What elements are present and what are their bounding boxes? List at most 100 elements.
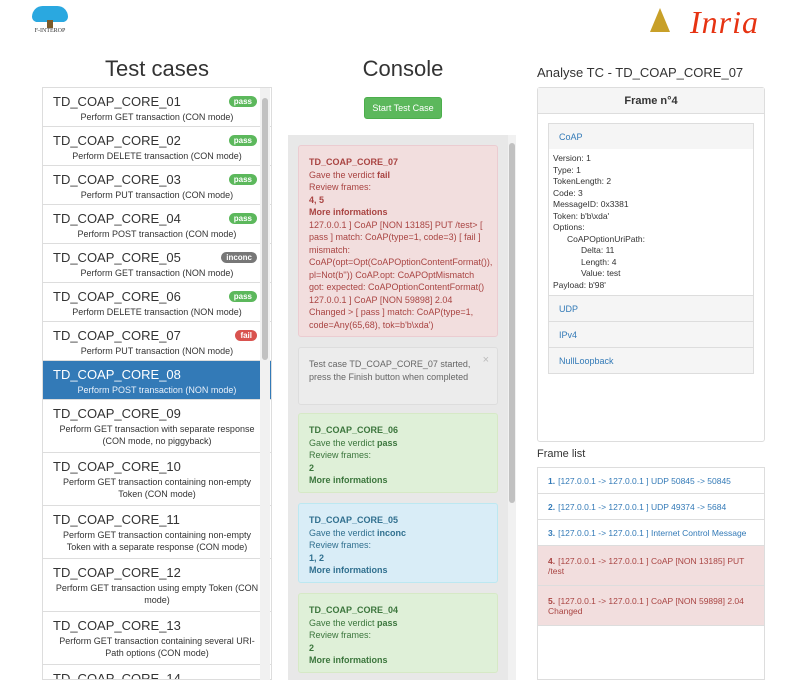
console-scrollbar[interactable] [508,135,516,680]
tc-desc: Perform DELETE transaction (CON mode) [72,151,242,161]
msg-tc-name: TD_COAP_CORE_05 [309,515,399,525]
verdict-message-07: TD_COAP_CORE_07 Gave the verdict fail Re… [298,145,498,337]
tree-stem-icon [47,20,53,28]
tc-name: TD_COAP_CORE_12 [53,565,181,580]
tc-desc: Perform PUT transaction (CON mode) [80,190,234,200]
msg-frames-link[interactable]: 2 [309,463,314,473]
field-line: Options: [553,222,585,232]
tc-desc: Perform GET transaction containing non-e… [63,530,251,552]
tc-item-03[interactable]: TD_COAP_CORE_03 pass Perform PUT transacti… [43,166,271,205]
f-interop-logo[interactable]: F-INTEROP [30,6,70,36]
msg-review-label: Review frames: [309,450,372,460]
frame-item-2[interactable]: 2. [127.0.0.1 -> 127.0.0.1 ] UDP 49374 ->… [538,494,764,520]
frame-number: 3. [548,527,556,538]
header: F-INTEROP Inria [0,0,791,40]
layer-coap-header[interactable]: CoAP [549,123,753,149]
field-line: Code: 3 [553,187,583,198]
option-name: CoAPOptionUriPath: [567,233,645,244]
tc-item-04[interactable]: TD_COAP_CORE_04 pass Perform POST transact… [43,205,271,244]
test-case-list: TD_COAP_CORE_01 pass Perform GET transacti… [42,87,272,680]
field-line: Version: 1 [553,153,591,163]
msg-review-label: Review frames: [309,630,372,640]
option-line: Delta: 11 [581,245,615,255]
tc-item-10[interactable]: TD_COAP_CORE_10 Perform GET transaction c… [43,453,271,506]
msg-more-info-link[interactable]: More informations [309,565,388,575]
msg-verdict-prefix: Gave the verdict [309,169,378,180]
msg-more-info-link[interactable]: More informations [309,475,388,485]
msg-more-info-link[interactable]: More informations [309,655,388,665]
frame-number: 4. [548,555,556,566]
tc-item-12[interactable]: TD_COAP_CORE_12 Perform GET transaction u… [43,559,271,612]
status-badge: inconc [221,252,257,263]
msg-verdict: pass [377,617,398,628]
frame-text: [127.0.0.1 -> 127.0.0.1 ] UDP 50845 -> 5… [558,475,731,486]
frame-item-1[interactable]: 1. [127.0.0.1 -> 127.0.0.1 ] UDP 50845 ->… [538,468,764,494]
frame-number: 5. [548,595,556,606]
inria-brand-text: Inria [690,4,759,40]
frame-item-5[interactable]: 5. [127.0.0.1 -> 127.0.0.1 ] CoAP [NON 59… [538,586,764,626]
field-line: Token: b'b\xda' [553,210,610,221]
tc-name: TD_COAP_CORE_07 [53,328,181,343]
info-message: Test case TD_COAP_CORE_07 started, press… [298,347,498,405]
layer-nullloopback-header[interactable]: NullLoopback [549,347,753,373]
test-cases-title: Test cases [105,56,209,81]
tc-desc: Perform GET transaction (CON mode) [80,112,234,122]
tc-item-11[interactable]: TD_COAP_CORE_11 Perform GET transaction c… [43,506,271,559]
msg-tc-name: TD_COAP_CORE_04 [309,605,399,615]
msg-frames-link[interactable]: 2 [309,643,314,653]
layer-coap: CoAP Version: 1 Type: 1 TokenLength: 2 C… [548,123,754,374]
tc-desc: Perform GET transaction containing sever… [59,636,255,658]
msg-frames-link[interactable]: 4, 5 [309,195,324,205]
tc-name: TD_COAP_CORE_09 [53,406,181,421]
tc-name: TD_COAP_CORE_13 [53,618,181,633]
status-badge: pass [228,96,257,107]
tc-item-05[interactable]: TD_COAP_CORE_05 inconc Perform GET transac… [43,244,271,283]
close-icon[interactable]: × [483,354,489,367]
frame-item-4[interactable]: 4. [127.0.0.1 -> 127.0.0.1 ] CoAP [NON 13… [538,546,764,586]
tc-desc: Perform POST transaction (CON mode) [77,229,237,239]
field-line: MessageID: 0x3381 [553,199,629,209]
field-line: Payload: b'98' [553,279,606,290]
scroll-thumb[interactable] [509,143,515,503]
option-line: Value: test [581,268,621,278]
tc-item-08[interactable]: TD_COAP_CORE_08 Perform POST transaction … [43,361,271,400]
layer-udp-header[interactable]: UDP [549,295,753,321]
frame-text: [127.0.0.1 -> 127.0.0.1 ] UDP 49374 -> 5… [558,501,727,512]
msg-review-label: Review frames: [309,540,372,550]
msg-detail: 127.0.0.1 ] CoAP [NON 13185] PUT /test> … [309,219,493,330]
tc-name: TD_COAP_CORE_08 [53,367,181,382]
tc-item-09[interactable]: TD_COAP_CORE_09 Perform GET transaction w… [43,400,271,453]
tc-item-13[interactable]: TD_COAP_CORE_13 Perform GET transaction c… [43,612,271,665]
tc-item-01[interactable]: TD_COAP_CORE_01 pass Perform GET transacti… [43,88,271,127]
msg-verdict-prefix: Gave the verdict [309,437,378,448]
msg-frames-link[interactable]: 1, 2 [309,553,324,563]
frame-text: [127.0.0.1 -> 127.0.0.1 ] CoAP [NON 5989… [548,595,744,616]
tc-item-07[interactable]: TD_COAP_CORE_07 fail Perform PUT transacti… [43,322,271,361]
start-test-case-button[interactable]: Start Test Case [364,97,442,119]
msg-verdict-prefix: Gave the verdict [309,527,378,538]
frame-text: [127.0.0.1 -> 127.0.0.1 ] CoAP [NON 1318… [548,555,745,576]
inria-logo[interactable]: Inria [650,4,790,40]
msg-more-info-link[interactable]: More informations [309,207,388,217]
test-list-scrollbar[interactable] [260,88,270,680]
analyse-title: Analyse TC - TD_COAP_CORE_07 [537,65,744,80]
tc-desc: Perform GET transaction (NON mode) [80,268,234,278]
tc-item-02[interactable]: TD_COAP_CORE_02 pass Perform DELETE transa… [43,127,271,166]
msg-tc-name: TD_COAP_CORE_07 [309,157,399,167]
frame-number: 2. [548,501,556,512]
scroll-thumb[interactable] [262,98,268,360]
frame-number: 1. [548,475,556,486]
status-badge: pass [228,213,257,224]
frame-item-3[interactable]: 3. [127.0.0.1 -> 127.0.0.1 ] Internet Con… [538,520,764,546]
msg-review-label: Review frames: [309,182,372,192]
layer-ipv4-header[interactable]: IPv4 [549,321,753,347]
frame-title: Frame n°4 [538,88,764,114]
inria-emblem-icon [650,8,670,32]
tc-desc: Perform POST transaction (NON mode) [77,385,237,395]
console-panel: TD_COAP_CORE_07 Gave the verdict fail Re… [288,135,516,680]
frame-list: 1. [127.0.0.1 -> 127.0.0.1 ] UDP 50845 ->… [537,467,765,680]
tc-item-14[interactable]: TD_COAP_CORE_14 [43,665,271,679]
tc-item-06[interactable]: TD_COAP_CORE_06 pass Perform DELETE transa… [43,283,271,322]
status-badge: fail [235,330,257,341]
msg-text: Test case TD_COAP_CORE_07 started, press… [309,359,471,382]
